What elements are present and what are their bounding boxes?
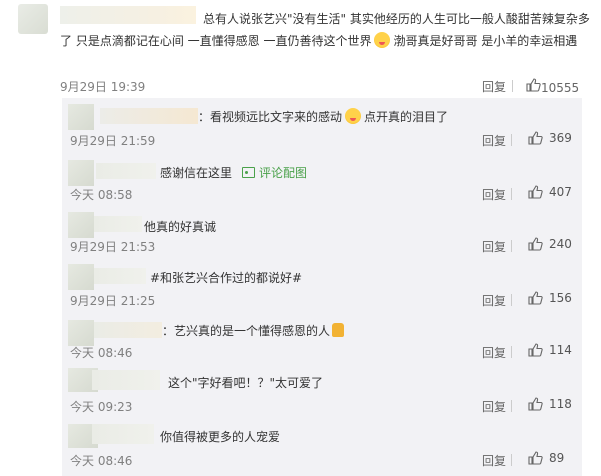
reply-item: ：看视频远比文字来的感动 点开真的泪目了 9月29日 21:59 回复 369	[62, 98, 582, 150]
reply-time: 9月29日 21:59	[70, 134, 156, 148]
thumbs-up-icon	[528, 185, 543, 199]
divider	[512, 80, 513, 92]
reply-time: 今天 08:58	[70, 188, 133, 202]
replies-panel: ：看视频远比文字来的感动 点开真的泪目了 9月29日 21:59 回复 369 感…	[62, 98, 582, 476]
like-button[interactable]: 156	[528, 291, 572, 305]
thumbs-up-icon	[528, 237, 543, 251]
divider	[511, 454, 512, 466]
thumbs-up-icon	[528, 451, 543, 465]
reply-item: 感谢信在这里 评论配图 今天 08:58 回复 407	[62, 154, 582, 204]
reply-time: 9月29日 21:53	[70, 240, 156, 254]
thumbs-up-icon	[528, 397, 543, 411]
avatar[interactable]	[18, 4, 48, 34]
reply-text-part: 感谢信在这里	[160, 166, 233, 180]
like-count: 118	[549, 397, 572, 411]
reply-text: 这个"字好看吧！？"太可爱了	[168, 376, 324, 390]
image-icon	[242, 167, 256, 178]
comment-text-part: 渤哥真是好哥哥 是小羊的幸运相遇	[393, 34, 578, 48]
reply-text-part: ：看视频远比文字来的感动	[198, 110, 343, 124]
divider	[511, 294, 512, 306]
thumbs-up-icon	[526, 78, 541, 92]
avatar[interactable]	[68, 264, 94, 290]
username-blurred[interactable]	[96, 163, 156, 179]
divider	[511, 188, 512, 200]
thumbs-up-emoji-icon	[332, 323, 345, 337]
reply-button[interactable]: 回复	[482, 132, 506, 149]
username-blurred[interactable]	[94, 268, 146, 284]
reply-button[interactable]: 回复	[482, 238, 506, 255]
reply-text: 感谢信在这里 评论配图	[160, 164, 307, 181]
reply-time: 今天 08:46	[70, 454, 133, 468]
like-button[interactable]: 407	[528, 185, 572, 199]
reply-text: 他真的好真诚	[144, 220, 217, 234]
thumbs-up-icon	[528, 343, 543, 357]
like-count: 89	[549, 451, 565, 465]
reply-button[interactable]: 回复	[482, 78, 506, 95]
reply-item: 他真的好真诚 9月29日 21:53 回复 240	[62, 206, 582, 258]
reply-button[interactable]: 回复	[482, 452, 506, 469]
thumbs-up-icon	[528, 131, 543, 145]
like-count: 10555	[541, 81, 580, 95]
divider	[511, 134, 512, 146]
reply-text-part: 点开真的泪目了	[364, 110, 449, 124]
like-count: 407	[549, 185, 572, 199]
smiley-emoji-icon	[374, 32, 391, 48]
reply-text: 你值得被更多的人宠爱	[160, 430, 281, 444]
username-blurred[interactable]	[94, 216, 142, 232]
reply-item: 你值得被更多的人宠爱 今天 08:46 回复 89	[62, 420, 582, 476]
thumbs-up-icon	[528, 291, 543, 305]
like-button[interactable]: 10555	[526, 78, 579, 95]
divider	[511, 400, 512, 412]
avatar[interactable]	[68, 212, 94, 238]
like-count: 369	[549, 131, 572, 145]
reply-text: ：看视频远比文字来的感动 点开真的泪目了	[198, 108, 448, 125]
like-count: 114	[549, 343, 572, 357]
comment-image-link[interactable]: 评论配图	[259, 166, 307, 180]
like-button[interactable]: 89	[528, 451, 564, 465]
username-blurred[interactable]	[100, 108, 198, 124]
reply-time: 9月29日 21:25	[70, 294, 156, 308]
reply-button[interactable]: 回复	[482, 344, 506, 361]
main-comment: 总有人说张艺兴"没有生活" 其实他经历的人生可比一般人酸甜苦辣复杂多了 只是点滴…	[0, 0, 601, 100]
username-blurred[interactable]	[94, 322, 162, 338]
like-count: 156	[549, 291, 572, 305]
reply-item: ：艺兴真的是一个懂得感恩的人 今天 08:46 回复 114	[62, 314, 582, 364]
smiley-emoji-icon	[345, 108, 362, 124]
topic-link[interactable]: #和张艺兴合作过的都说好#	[150, 269, 302, 286]
reply-time: 今天 09:23	[70, 400, 133, 414]
comment-time: 9月29日 19:39	[60, 80, 146, 94]
like-count: 240	[549, 237, 572, 251]
avatar[interactable]	[68, 160, 94, 186]
avatar[interactable]	[68, 104, 94, 130]
divider	[511, 240, 512, 252]
divider	[511, 346, 512, 358]
like-button[interactable]: 369	[528, 131, 572, 145]
like-button[interactable]: 118	[528, 397, 572, 411]
reply-text: ：艺兴真的是一个懂得感恩的人	[162, 322, 345, 339]
reply-text-part: ：艺兴真的是一个懂得感恩的人	[162, 324, 331, 338]
like-button[interactable]: 114	[528, 343, 572, 357]
avatar[interactable]	[68, 320, 94, 346]
reply-button[interactable]: 回复	[482, 186, 506, 203]
reply-button[interactable]: 回复	[482, 398, 506, 415]
reply-item: #和张艺兴合作过的都说好# 9月29日 21:25 回复 156	[62, 260, 582, 310]
username-blurred[interactable]	[92, 370, 160, 390]
like-button[interactable]: 240	[528, 237, 572, 251]
username-blurred[interactable]	[92, 424, 154, 444]
reply-button[interactable]: 回复	[482, 292, 506, 309]
reply-time: 今天 08:46	[70, 346, 133, 360]
comment-text: 总有人说张艺兴"没有生活" 其实他经历的人生可比一般人酸甜苦辣复杂多了 只是点滴…	[60, 8, 595, 52]
reply-item: 这个"字好看吧！？"太可爱了 今天 09:23 回复 118	[62, 366, 582, 418]
